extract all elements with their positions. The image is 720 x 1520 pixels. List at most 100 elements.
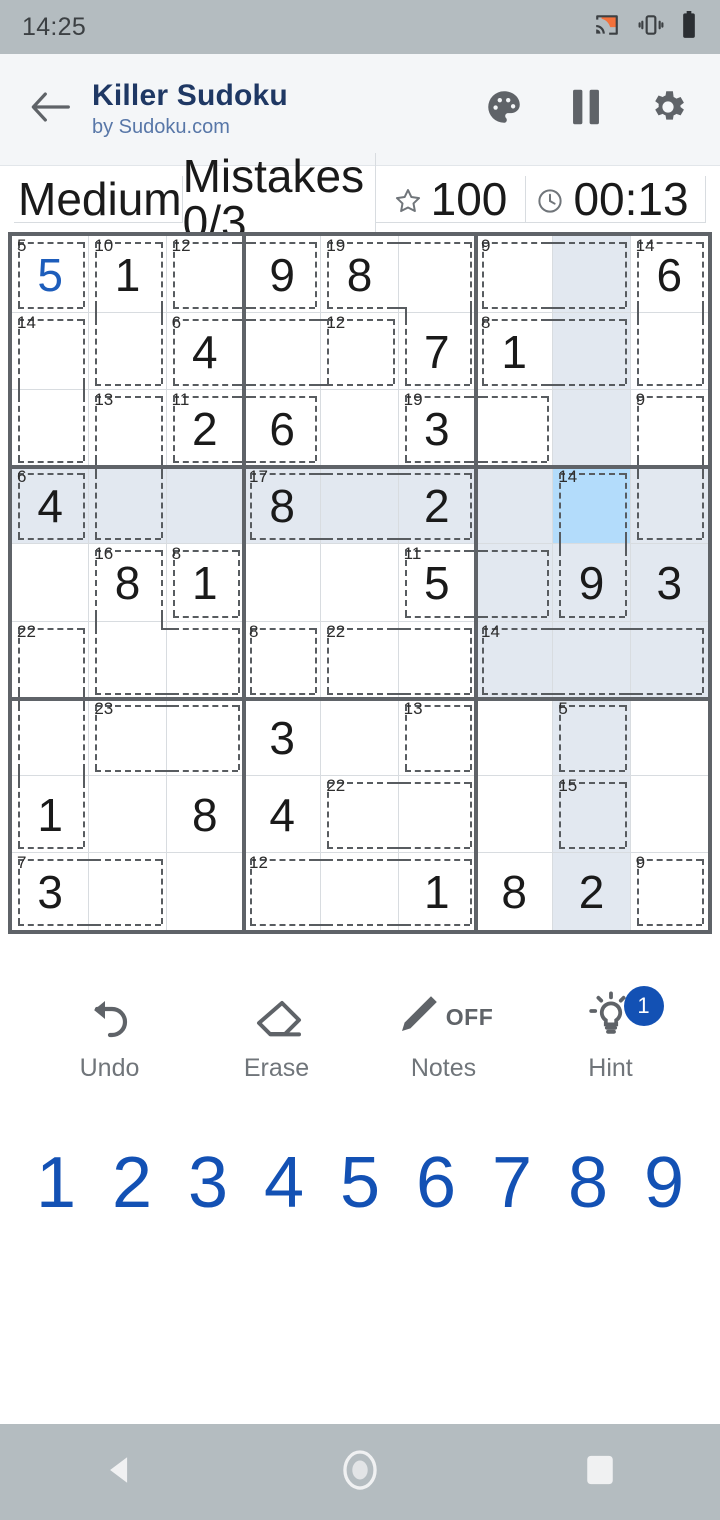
sudoku-cell[interactable] (553, 236, 631, 314)
sudoku-cell[interactable] (476, 775, 554, 853)
hint-button[interactable]: 1 Hint (527, 986, 694, 1083)
sudoku-cell[interactable] (398, 775, 476, 853)
sudoku-cell[interactable] (166, 621, 244, 699)
sudoku-cell[interactable]: 9 (630, 390, 708, 468)
sudoku-cell[interactable] (321, 544, 399, 622)
sudoku-cell[interactable]: 8 (476, 852, 554, 930)
sudoku-cell[interactable]: 81 (166, 544, 244, 622)
nav-recents-button[interactable] (555, 1442, 645, 1502)
sudoku-cell[interactable]: 14 (12, 313, 90, 391)
sudoku-cell[interactable] (553, 313, 631, 391)
sudoku-cell[interactable] (12, 698, 90, 776)
sudoku-cell[interactable]: 9 (553, 544, 631, 622)
sudoku-cell[interactable]: 5 (553, 698, 631, 776)
sudoku-cell[interactable]: 64 (12, 467, 90, 545)
numpad-key-9[interactable]: 9 (626, 1147, 702, 1219)
settings-button[interactable] (646, 88, 690, 132)
sudoku-cell[interactable]: 10 1 (89, 236, 167, 314)
sudoku-cell[interactable] (476, 544, 554, 622)
numpad-key-5[interactable]: 5 (322, 1147, 398, 1219)
sudoku-cell[interactable]: 11 2 (166, 390, 244, 468)
sudoku-cell[interactable]: 11 5 (398, 544, 476, 622)
sudoku-cell[interactable]: 73 (12, 852, 90, 930)
sudoku-cell[interactable] (630, 776, 708, 853)
sudoku-cell[interactable] (166, 467, 244, 545)
sudoku-cell[interactable]: 12 (244, 852, 322, 930)
sudoku-cell[interactable]: 12 (166, 236, 244, 314)
sudoku-cell[interactable] (89, 852, 167, 930)
sudoku-cell[interactable] (398, 236, 476, 314)
numpad-key-8[interactable]: 8 (550, 1147, 626, 1219)
numpad-key-2[interactable]: 2 (94, 1147, 170, 1219)
numpad-key-3[interactable]: 3 (170, 1147, 246, 1219)
sudoku-cell[interactable] (244, 544, 322, 622)
sudoku-cell[interactable]: 7 (398, 313, 476, 391)
sudoku-cell[interactable]: 8 (244, 621, 322, 699)
sudoku-cell[interactable]: 14 (553, 467, 631, 545)
pause-button[interactable] (564, 88, 608, 132)
sudoku-cell[interactable]: 22 (321, 621, 399, 699)
sudoku-cell[interactable] (553, 390, 631, 468)
sudoku-cell[interactable] (630, 313, 708, 391)
numpad-key-6[interactable]: 6 (398, 1147, 474, 1219)
sudoku-cell[interactable]: 13 (398, 698, 476, 776)
sudoku-cell[interactable]: 9 (631, 853, 708, 930)
sudoku-cell[interactable] (476, 390, 554, 468)
sudoku-cell[interactable]: 12 (321, 313, 399, 391)
sudoku-cell[interactable] (398, 621, 476, 699)
sudoku-cell[interactable] (89, 313, 167, 391)
sudoku-cell[interactable]: 6 (244, 390, 322, 468)
sudoku-cell[interactable] (166, 698, 244, 776)
sudoku-cell[interactable]: 19 8 (321, 236, 399, 314)
nav-back-button[interactable] (75, 1442, 165, 1502)
sudoku-cell[interactable]: 17 8 (244, 467, 322, 545)
sudoku-cell[interactable]: 1 (399, 852, 476, 930)
erase-button[interactable]: Erase (193, 992, 360, 1083)
sudoku-cell[interactable]: 14 6 (630, 236, 708, 314)
numpad-key-1[interactable]: 1 (18, 1147, 94, 1219)
back-button[interactable] (22, 82, 78, 138)
sudoku-cell[interactable]: 1 (12, 775, 90, 853)
sudoku-cell[interactable]: 4 (244, 775, 322, 853)
sudoku-cell[interactable]: 22 (321, 775, 399, 853)
sudoku-cell[interactable]: 8 (166, 775, 244, 853)
sudoku-cell[interactable] (12, 390, 90, 468)
sudoku-cell[interactable] (244, 313, 322, 391)
sudoku-cell[interactable]: 2 (553, 852, 631, 930)
sudoku-cell[interactable]: 9 (476, 236, 554, 314)
theme-palette-button[interactable] (482, 88, 526, 132)
sudoku-cell[interactable]: 81 (476, 313, 554, 391)
sudoku-cell[interactable]: 55 (12, 236, 90, 314)
sudoku-cell[interactable] (321, 467, 399, 545)
sudoku-cell[interactable] (321, 390, 399, 468)
sudoku-cell[interactable] (476, 467, 554, 545)
sudoku-cell[interactable] (476, 698, 554, 776)
numpad-key-7[interactable]: 7 (474, 1147, 550, 1219)
sudoku-cell[interactable] (89, 621, 167, 699)
sudoku-cell[interactable]: 64 (166, 313, 244, 391)
sudoku-cell[interactable] (553, 621, 631, 699)
nav-home-button[interactable] (315, 1442, 405, 1502)
sudoku-cell[interactable]: 22 (12, 621, 90, 699)
sudoku-cell[interactable]: 13 (89, 390, 167, 468)
sudoku-cell[interactable]: 19 3 (398, 390, 476, 468)
undo-button[interactable]: Undo (26, 992, 193, 1083)
sudoku-cell[interactable] (321, 852, 399, 930)
sudoku-cell[interactable]: 23 (89, 698, 167, 776)
sudoku-cell[interactable]: 3 (630, 544, 708, 622)
sudoku-cell[interactable]: 15 (553, 775, 631, 853)
notes-button[interactable]: OFF Notes (360, 992, 527, 1083)
sudoku-cell[interactable] (630, 699, 708, 776)
sudoku-cell[interactable] (630, 621, 708, 699)
sudoku-cell[interactable] (89, 467, 167, 545)
sudoku-cell[interactable] (630, 467, 708, 545)
sudoku-cell[interactable] (89, 775, 167, 853)
sudoku-cell[interactable]: 16 8 (89, 544, 167, 622)
sudoku-cell[interactable] (321, 698, 399, 776)
sudoku-grid[interactable]: 5 5 10 1 12 9 19 8 9 14 6 14 6 4 12 7 8 1 13 11 2 6 19 3 9 6 4 17 8 2… (8, 232, 712, 934)
numpad-key-4[interactable]: 4 (246, 1147, 322, 1219)
sudoku-cell[interactable] (167, 852, 244, 930)
sudoku-cell[interactable] (12, 544, 90, 622)
sudoku-cell[interactable]: 3 (244, 698, 322, 776)
sudoku-cell[interactable]: 2 (398, 467, 476, 545)
